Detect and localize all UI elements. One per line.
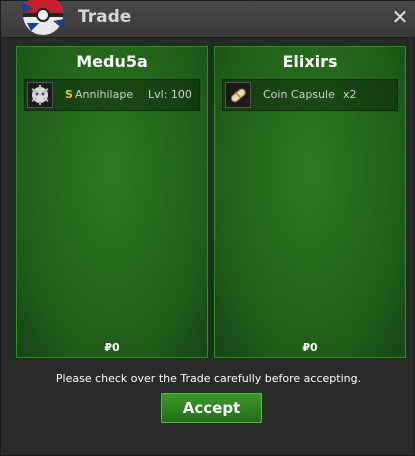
money-amount: ₽0 — [104, 341, 120, 354]
item-name: Coin Capsule — [263, 88, 335, 101]
trade-item-slot[interactable]: S Annihilape Lvl: 100 — [24, 79, 200, 111]
item-level: Lvl: 100 — [148, 88, 192, 101]
coin-mark-icon: S — [65, 88, 73, 101]
window-title: Trade — [78, 7, 132, 27]
item-quantity: x2 — [343, 88, 357, 101]
trade-panel-right: Elixirs Coin Capsule x2 ₽0 — [212, 44, 408, 360]
accept-button[interactable]: Accept — [160, 392, 263, 424]
item-name: Annihilape — [75, 88, 134, 101]
title-bar[interactable]: Trade ✕ — [1, 0, 415, 38]
money-amount: ₽0 — [302, 341, 318, 354]
trade-item-slot[interactable]: Coin Capsule x2 — [222, 79, 398, 111]
pokemon-annihilape-icon — [27, 82, 53, 108]
trade-notice: Please check over the Trade carefully be… — [55, 372, 362, 385]
trade-panel-left: Medu5a S Annihilape Lvl: 100 ₽0 — [14, 44, 210, 360]
trader-name: Medu5a — [76, 52, 148, 71]
close-icon[interactable]: ✕ — [390, 7, 410, 27]
pokeball-logo-icon — [21, 0, 65, 35]
trader-name: Elixirs — [282, 52, 338, 71]
trade-window: Trade ✕ Medu5a S Annihilape Lvl: 100 ₽0 … — [0, 0, 415, 456]
coin-capsule-icon — [225, 82, 251, 108]
